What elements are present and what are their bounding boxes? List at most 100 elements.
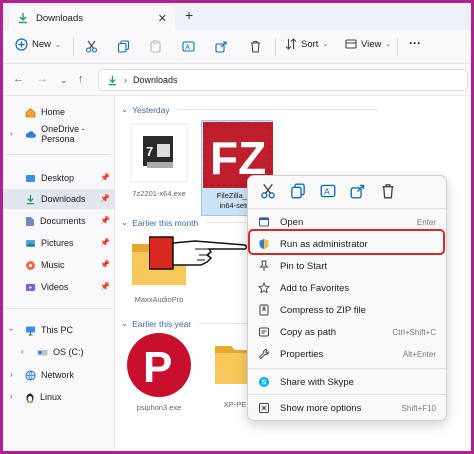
recent-chevron-icon[interactable]: ⌄ <box>60 75 68 86</box>
pin-icon[interactable]: 📌 <box>100 260 110 269</box>
view-button[interactable]: View ⌄ <box>345 38 391 50</box>
svg-text:7: 7 <box>146 144 153 159</box>
up-arrow-icon[interactable]: ↑ <box>78 73 84 85</box>
more-options-button[interactable]: ··· <box>409 36 421 50</box>
delete-icon[interactable] <box>249 40 262 53</box>
view-label: View <box>361 38 382 50</box>
chevron-right-icon[interactable]: › <box>21 347 24 356</box>
copy-icon[interactable] <box>117 40 130 53</box>
sidebar-item-videos[interactable]: Videos 📌 <box>3 277 115 297</box>
group-label: Earlier this year <box>132 318 192 329</box>
new-tab-button[interactable]: + <box>185 7 193 23</box>
sidebar-item-label: Home <box>41 107 66 117</box>
video-icon <box>26 283 35 291</box>
share-icon[interactable] <box>350 183 366 199</box>
sidebar-item-onedrive[interactable]: › OneDrive - Persona <box>3 124 115 144</box>
star-icon <box>258 282 270 294</box>
menu-item-label: Open <box>280 216 304 228</box>
group-earlier-this-month[interactable]: ⌄ Earlier this month <box>121 217 247 228</box>
sidebar-item-this-pc[interactable]: › This PC <box>3 320 115 340</box>
copy-icon[interactable] <box>290 183 306 199</box>
chevron-down-icon: ⌄ <box>322 41 329 48</box>
cut-icon[interactable] <box>260 183 276 199</box>
sidebar-item-documents[interactable]: Documents 📌 <box>3 211 115 231</box>
menu-item-pin-to-start[interactable]: Pin to Start <box>252 256 444 276</box>
wrench-icon <box>258 348 270 360</box>
chevron-down-icon: ⌄ <box>121 217 129 227</box>
file-name: MaxxAudioPro <box>134 295 184 304</box>
sidebar-item-label: This PC <box>41 325 74 335</box>
delete-icon[interactable] <box>380 183 396 199</box>
sidebar-item-label: Linux <box>40 392 62 402</box>
new-button[interactable]: New ⌄ <box>15 38 61 51</box>
file-item-7zip[interactable]: 7 7z2201-x64.exe <box>121 122 197 198</box>
group-label: Yesterday <box>132 104 170 115</box>
chevron-right-icon[interactable]: › <box>10 370 13 379</box>
navigation-pane: Home › OneDrive - Persona Desktop 📌 Down… <box>3 96 115 451</box>
file-name: 7z2201-x64.exe <box>132 189 186 198</box>
pin-icon[interactable]: 📌 <box>100 173 110 182</box>
menu-item-share-with-skype[interactable]: S Share with Skype <box>252 372 444 392</box>
pin-icon[interactable]: 📌 <box>100 238 110 247</box>
tab-title: Downloads <box>36 12 83 24</box>
menu-item-show-more-options[interactable]: Show more options Shift+F10 <box>252 398 444 418</box>
sidebar-item-pictures[interactable]: Pictures 📌 <box>3 233 115 253</box>
share-icon[interactable] <box>215 40 228 53</box>
sidebar-item-linux[interactable]: › Linux <box>3 387 115 407</box>
menu-item-label: Properties <box>280 348 324 360</box>
sort-button[interactable]: Sort ⌄ <box>285 38 328 50</box>
menu-item-label: Pin to Start <box>280 260 327 272</box>
file-item-psiphon[interactable]: P psiphon3.exe <box>121 332 197 412</box>
pointing-hand-icon <box>149 236 248 270</box>
plus-circle-icon <box>15 38 28 51</box>
back-arrow-icon[interactable]: ← <box>13 73 24 85</box>
copy-path-icon <box>258 326 270 338</box>
sidebar-item-label: Network <box>41 370 75 380</box>
svg-text:A: A <box>185 44 190 51</box>
sidebar-item-label: Desktop <box>41 173 75 183</box>
sidebar-item-label: Documents <box>40 216 86 226</box>
picture-icon <box>26 239 35 247</box>
new-label: New <box>32 39 52 50</box>
sidebar-item-os-c[interactable]: › OS (C:) <box>3 342 115 362</box>
tab-close-icon[interactable]: ✕ <box>158 12 167 25</box>
chevron-right-icon[interactable]: › <box>10 129 13 138</box>
group-yesterday[interactable]: ⌄ Yesterday <box>121 104 378 115</box>
sidebar-item-home[interactable]: Home <box>3 102 115 122</box>
cut-icon[interactable] <box>85 40 98 53</box>
sidebar-item-network[interactable]: › Network <box>3 365 115 385</box>
pin-icon[interactable]: 📌 <box>100 194 110 203</box>
download-icon <box>26 194 35 204</box>
explorer-window: Downloads ✕ + New ⌄ A Sort ⌄ View ⌄ ··· <box>0 0 474 454</box>
sidebar-item-desktop[interactable]: Desktop 📌 <box>3 168 115 188</box>
breadcrumb-downloads[interactable]: Downloads <box>133 75 178 85</box>
menu-item-compress-zip[interactable]: Compress to ZIP file <box>252 300 444 320</box>
sidebar-item-downloads[interactable]: Downloads 📌 <box>3 189 115 209</box>
menu-item-copy-as-path[interactable]: Copy as path Ctrl+Shift+C <box>252 322 444 342</box>
paste-icon[interactable] <box>149 40 162 53</box>
music-icon <box>26 260 35 270</box>
forward-arrow-icon[interactable]: → <box>37 73 48 85</box>
chevron-right-icon[interactable]: › <box>10 392 13 401</box>
more-options-icon <box>258 402 270 414</box>
chevron-down-icon[interactable]: › <box>7 328 16 331</box>
download-icon <box>108 75 117 85</box>
rename-icon[interactable]: A <box>320 183 336 199</box>
chevron-down-icon: ⌄ <box>121 318 129 328</box>
svg-text:A: A <box>324 186 330 196</box>
address-field[interactable]: › Downloads <box>98 69 468 91</box>
pin-icon[interactable]: 📌 <box>100 282 110 291</box>
divider <box>7 154 111 155</box>
rename-icon[interactable]: A <box>182 40 195 53</box>
pin-icon[interactable]: 📌 <box>100 216 110 225</box>
menu-item-shortcut: Alt+Enter <box>402 349 436 359</box>
menu-item-shortcut: Enter <box>416 217 436 227</box>
tab-downloads[interactable]: Downloads ✕ <box>9 6 175 30</box>
menu-item-shortcut: Shift+F10 <box>401 403 436 413</box>
menu-item-add-to-favorites[interactable]: Add to Favorites <box>252 278 444 298</box>
menu-item-shortcut: Ctrl+Shift+C <box>392 327 436 337</box>
menu-item-properties[interactable]: Properties Alt+Enter <box>252 344 444 364</box>
file-name: psiphon3.exe <box>136 403 182 412</box>
group-earlier-this-year[interactable]: ⌄ Earlier this year <box>121 318 260 329</box>
sidebar-item-music[interactable]: Music 📌 <box>3 255 115 275</box>
